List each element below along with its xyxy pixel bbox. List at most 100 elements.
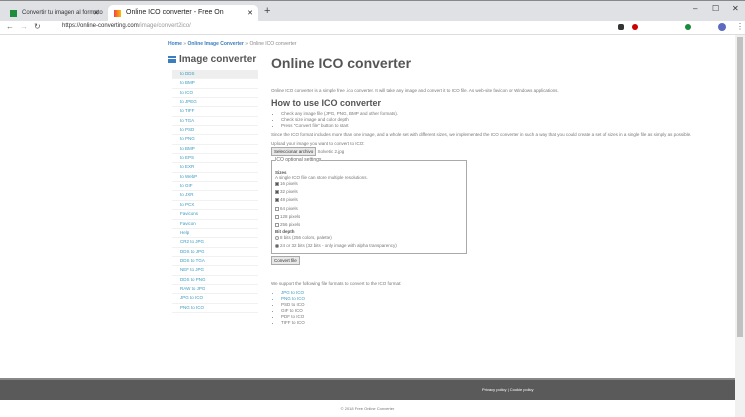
size-label: 128 pixels [280,213,301,219]
url-input[interactable]: https://online-converting.com/image/conv… [50,23,610,33]
close-window-icon[interactable]: ✕ [732,4,739,13]
sidebar-item[interactable]: Help [172,229,258,239]
sidebar-item[interactable]: to BMP [172,79,258,89]
sidebar-item[interactable]: to EXR [172,163,258,173]
sidebar-item[interactable]: DDS to JPG [172,248,258,257]
size-label: 48 pixels [280,197,298,203]
browser-tab[interactable]: Convertir tu imagen al formato ✕ [4,5,104,22]
back-icon[interactable]: ← [6,22,14,31]
radio[interactable] [275,236,279,241]
checkbox[interactable] [275,214,279,219]
site-icon [114,10,121,17]
sidebar-item[interactable]: Favicon [172,220,258,229]
howto-heading: How to use ICO converter [271,98,382,108]
sidebar-item[interactable]: to JPEG [172,98,258,108]
menu-icon[interactable]: ⋮ [736,22,744,31]
depth-option[interactable]: 24 or 32 bits (32 bits - only image with… [275,242,463,250]
size-option[interactable]: 48 pixels [275,196,463,204]
sidebar-item-label: to BMP [180,80,195,86]
sidebar-item-label: to JPEG [180,99,197,105]
size-option[interactable]: 16 pixels [275,180,463,188]
extension-icon[interactable] [618,24,624,30]
sidebar-item[interactable]: to TIFF [172,107,258,117]
sidebar-item-label: to ICO [180,89,194,95]
sidebar-item[interactable]: to EPS [172,154,258,164]
size-option[interactable]: 128 pixels [275,213,463,221]
minimize-icon[interactable]: – [693,4,697,13]
scrollbar[interactable] [735,35,745,417]
address-bar: ← → ↻ https://online-converting.com/imag… [0,21,745,35]
size-option[interactable]: 256 pixels [275,221,463,229]
sidebar-item-label: to JXR [180,192,194,198]
sidebar-item[interactable]: to TGA [172,117,258,127]
checkbox[interactable] [275,182,279,186]
size-option[interactable]: 64 pixels [275,205,463,213]
avatar[interactable] [718,23,726,31]
formats-intro: We support the following file formats to… [271,280,402,286]
format-item: TIFF to ICO [281,320,731,326]
sidebar-item[interactable]: to WebP [172,173,258,183]
radio[interactable] [275,244,279,249]
sidebar-item-label: JPG to ICO [180,295,204,301]
sidebar-item[interactable]: NEF to JPG [172,266,258,276]
web-page: Home » Online Image Converter » Online I… [0,35,735,417]
sidebar-item-label: DDS to PNG [180,276,206,282]
new-tab-icon[interactable]: + [264,5,270,17]
sidebar-item-label: to EXR [180,164,195,170]
sidebar-item[interactable]: CR2 to JPG [172,238,258,248]
hamburger-icon[interactable] [168,56,176,63]
sidebar-title: Image converter [168,54,256,65]
sidebar-item-label: to TIFF [180,108,195,114]
forward-icon[interactable]: → [20,22,28,31]
sidebar-item[interactable]: to BMP [172,145,258,155]
sidebar-item[interactable]: to GIF [172,182,258,192]
checkbox[interactable] [275,198,279,203]
sidebar-item[interactable]: JPG to ICO [172,294,258,304]
depth-option[interactable]: 8 bits (256 colors, palette) [275,234,463,242]
sidebar-item[interactable]: PNG to ICO [172,304,258,313]
sidebar-item[interactable]: Favicons [172,210,258,220]
sidebar-item-label: DDS to TGA [180,257,205,263]
sidebar-item-label: to GIF [180,183,193,189]
sidebar-item[interactable]: to ICO [172,89,258,99]
sidebar-item[interactable]: to PNG [172,135,258,145]
sidebar-item[interactable]: DDS to TGA [172,257,258,267]
close-icon[interactable]: ✕ [93,9,99,17]
sidebar-item[interactable]: to PCX [172,201,258,211]
sidebar-item-label: to PNG [180,136,195,142]
breadcrumb-section[interactable]: Online Image Converter [187,41,243,47]
sidebar-item[interactable]: DDS to PNG [172,276,258,285]
footer-links[interactable]: Privacy policy | Cookie policy [482,387,534,392]
sidebar-item[interactable]: to DDS [172,70,258,80]
choose-file-button[interactable]: Seleccionar archivo [271,147,317,156]
ico-settings: ICO optional settings Sizes A single ICO… [271,157,467,254]
checkbox[interactable] [275,223,279,228]
sidebar-item-label: to DDS [180,71,195,76]
size-option[interactable]: 32 pixels [275,188,463,196]
depth-label: 24 or 32 bits (32 bits - only image with… [280,243,397,249]
browser-tab-active[interactable]: Online ICO converter - Free On ✕ [108,5,258,22]
extension-icon[interactable] [632,24,638,30]
breadcrumb-current: Online ICO converter [249,41,297,47]
reload-icon[interactable]: ↻ [34,22,41,31]
sidebar-item[interactable]: RAW to JPG [172,285,258,295]
checkbox[interactable] [275,206,279,211]
main-content: Online ICO converter Online ICO converte… [271,55,731,326]
sheet-icon [10,10,17,17]
sidebar-list: to DDS to BMP to ICO to JPEG to TIFF to TGA to… [172,70,258,313]
tab-title: Convertir tu imagen al formato [22,10,103,16]
copyright: © 2018 Free Online Converter [340,406,395,411]
scrollbar-thumb[interactable] [737,37,743,337]
sidebar-item-label: DDS to JPG [180,248,205,254]
maximize-icon[interactable]: ☐ [712,4,719,13]
convert-file-button[interactable]: Convert file [271,255,300,265]
checkbox[interactable] [275,190,279,195]
step-item: Press "Convert file" button to start [281,123,731,129]
extension-icon[interactable] [685,24,691,30]
sidebar-item[interactable]: to PSD [172,126,258,136]
close-icon[interactable]: ✕ [247,9,253,17]
sidebar-item-label: to WebP [180,173,198,179]
steps-list: Check any image file (JPG, PNG, BMP and … [281,111,731,129]
breadcrumb-home[interactable]: Home [168,41,182,47]
sidebar-item[interactable]: to JXR [172,191,258,201]
